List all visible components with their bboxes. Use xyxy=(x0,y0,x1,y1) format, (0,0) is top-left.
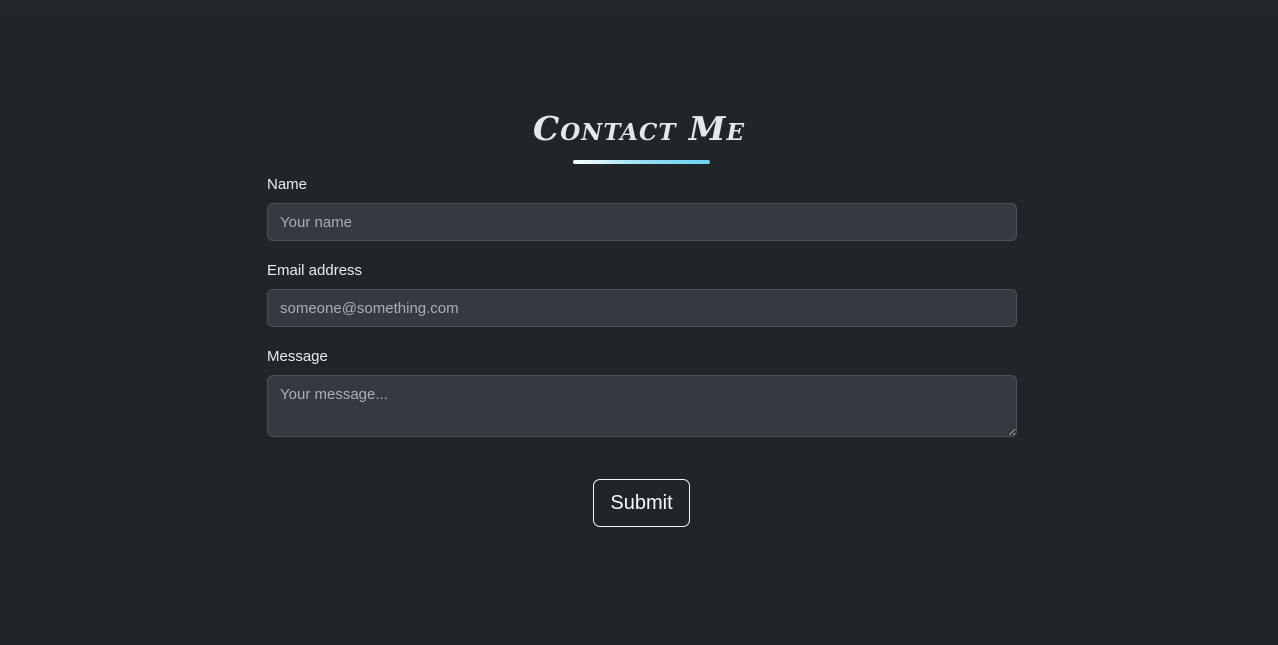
heading-container: Contact Me xyxy=(0,112,1278,145)
message-label: Message xyxy=(267,348,328,365)
page-title: Contact Me xyxy=(533,109,745,148)
email-group: Email address xyxy=(267,261,1017,327)
name-label: Name xyxy=(267,176,308,193)
submit-button[interactable]: Submit xyxy=(593,479,690,527)
message-textarea[interactable] xyxy=(267,375,1017,437)
name-group: Name xyxy=(267,175,1017,241)
contact-page: Contact Me Name Email address Message Su… xyxy=(0,0,1278,645)
message-group: Message xyxy=(267,347,1017,442)
top-strip xyxy=(0,0,1278,10)
title-underline xyxy=(573,160,710,164)
name-input[interactable] xyxy=(267,203,1017,241)
email-label: Email address xyxy=(267,262,363,279)
email-input[interactable] xyxy=(267,289,1017,327)
